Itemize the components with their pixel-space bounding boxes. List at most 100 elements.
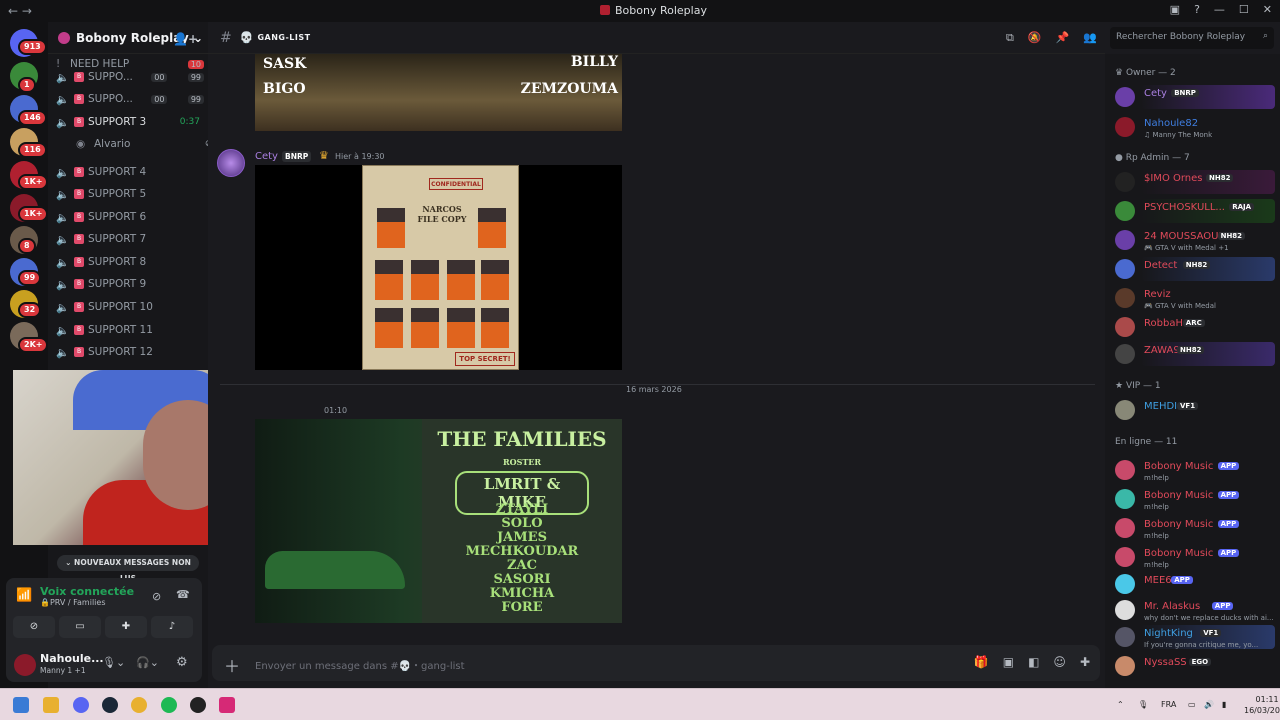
camera-button[interactable]: ⊘: [13, 616, 55, 638]
member-list-icon[interactable]: 👥: [1083, 31, 1097, 45]
microphone-icon[interactable]: 🎙⌄: [102, 656, 125, 669]
network-icon[interactable]: ▭: [1188, 700, 1196, 709]
inbox-icon[interactable]: ▣: [1170, 3, 1180, 16]
member-row[interactable]: Bobony Music APP m!help: [1115, 547, 1275, 571]
channel-name: SUPPO...: [88, 71, 133, 83]
mugshot: [481, 308, 509, 348]
member-row[interactable]: Nahoule82 ♫ Manny The Monk: [1115, 117, 1275, 141]
avatar: [1115, 574, 1135, 594]
sticker-icon[interactable]: ◧: [1028, 655, 1039, 669]
noise-suppression-icon[interactable]: ⊘: [152, 590, 161, 603]
gif-icon[interactable]: ▣: [1003, 655, 1014, 669]
message-author[interactable]: Cety: [255, 151, 278, 162]
user-count: 00: [151, 94, 168, 104]
voice-channel[interactable]: 🔈 B SUPPORT 5: [56, 184, 206, 204]
voice-channel[interactable]: 🔈 B SUPPORT 7: [56, 229, 206, 249]
threads-icon[interactable]: ⧉: [1006, 31, 1014, 45]
image-attachment[interactable]: CONFIDENTIAL NARCOS FILE COPY TOP SECRET…: [255, 165, 622, 370]
member-row[interactable]: MEE6 APP: [1115, 574, 1275, 598]
voice-channel[interactable]: 🔈 B SUPPORT 11: [56, 320, 206, 340]
member-name: MEE6: [1144, 575, 1172, 586]
image-text: BILLY: [570, 54, 618, 70]
avatar[interactable]: [14, 654, 36, 676]
voice-user[interactable]: ◉Alvario⊘⊘: [76, 134, 226, 154]
chrome-icon[interactable]: [131, 697, 147, 713]
image-text: KMICHA: [489, 586, 555, 601]
image-attachment[interactable]: THE FAMILIES ROSTER LMRIT & MIKE ZTAYLI …: [255, 419, 622, 623]
activities-button[interactable]: ✚: [105, 616, 147, 638]
maximize-icon[interactable]: ☐: [1239, 3, 1249, 16]
member-row[interactable]: Mr. Alaskus APP why don't we replace ducks…: [1115, 600, 1275, 624]
spotify-icon[interactable]: [161, 697, 177, 713]
member-row[interactable]: NyssaSS EGO: [1115, 656, 1275, 680]
avatar: ◉: [76, 138, 86, 150]
headphones-icon[interactable]: 🎧⌄: [136, 656, 159, 669]
voice-channel[interactable]: 🔈 B SUPPO... 00 99: [56, 67, 206, 87]
member-row[interactable]: Cety BNRP: [1115, 85, 1275, 111]
voice-channel[interactable]: 🔈 B SUPPORT 10: [56, 297, 206, 317]
guild-badge: 913: [18, 39, 47, 55]
user-name[interactable]: Nahoule...: [40, 652, 104, 665]
apps-icon[interactable]: ✚: [1080, 655, 1090, 669]
member-row[interactable]: NightKing VF1 If you're gonna critique me,…: [1115, 625, 1275, 651]
notification-mute-icon[interactable]: 🔕: [1028, 31, 1042, 45]
volume-icon[interactable]: 🔊: [1204, 700, 1214, 709]
image-text: CONFIDENTIAL: [429, 178, 483, 190]
battery-icon[interactable]: ▮: [1222, 700, 1226, 709]
gift-icon[interactable]: 🎁: [974, 655, 989, 669]
language-indicator[interactable]: FRA: [1161, 700, 1176, 709]
image-car: [265, 551, 405, 589]
member-row[interactable]: 24 MOUSSAOUI NH82 🎮 GTA V with Medal +1: [1115, 230, 1275, 254]
avatar[interactable]: [217, 149, 245, 177]
member-row[interactable]: Reviz 🎮 GTA V with Medal: [1115, 288, 1275, 312]
message-composer[interactable]: ＋ Envoyer un message dans #💀・gang-list 🎁…: [212, 645, 1100, 681]
channel-name: SUPPORT 4: [88, 166, 147, 178]
voice-status[interactable]: Voix connectée: [40, 585, 134, 598]
member-name: NyssaSS: [1144, 657, 1187, 668]
member-row[interactable]: PSYCHOSKULL... RAJA: [1115, 199, 1275, 225]
member-row[interactable]: Bobony Music APP m!help: [1115, 518, 1275, 542]
voice-channel[interactable]: 🔈 B SUPPORT 12: [56, 342, 206, 362]
chevron-up-icon[interactable]: ⌃: [1117, 700, 1124, 709]
minimize-icon[interactable]: —: [1214, 3, 1225, 16]
obs-icon[interactable]: [190, 697, 206, 713]
pin-icon[interactable]: 📌: [1056, 31, 1070, 45]
close-icon[interactable]: ✕: [1263, 3, 1272, 16]
settings-gear-icon[interactable]: ⚙: [176, 655, 188, 670]
voice-channel[interactable]: 🔈 B SUPPORT 6: [56, 207, 206, 227]
member-row[interactable]: RobbaH ARC: [1115, 317, 1275, 341]
steam-icon[interactable]: [102, 697, 118, 713]
taskbar-clock[interactable]: 01:11 16/03/2026: [1244, 694, 1280, 716]
add-attachment-icon[interactable]: ＋: [224, 653, 240, 677]
image-attachment[interactable]: SASK BIGO BILLY ZEMZOUMA: [255, 54, 622, 131]
voice-channel[interactable]: 🔈 B SUPPORT 3 0:37: [56, 112, 206, 132]
voice-channel[interactable]: 🔈 B SUPPORT 4: [56, 162, 206, 182]
voice-channel[interactable]: 🔈 B SUPPO... 00 99: [56, 89, 206, 109]
disconnect-icon[interactable]: ☎: [176, 588, 190, 601]
help-icon[interactable]: ?: [1194, 3, 1200, 16]
file-explorer-icon[interactable]: [43, 697, 59, 713]
member-row[interactable]: $IMO Ornes NH82: [1115, 170, 1275, 196]
member-row[interactable]: ZAWA9 NH82: [1115, 342, 1275, 368]
voice-channel[interactable]: 🔈 B SUPPORT 8: [56, 252, 206, 272]
instagram-icon[interactable]: [219, 697, 235, 713]
voice-channel-path[interactable]: 🔒PRV / Families: [40, 598, 105, 607]
member-row[interactable]: Bobony Music APP m!help: [1115, 460, 1275, 484]
discord-taskbar-icon[interactable]: [73, 697, 89, 713]
history-nav[interactable]: ← →: [8, 4, 48, 18]
search-input[interactable]: Rechercher Bobony Roleplay ⌕: [1110, 27, 1274, 49]
speaker-icon: 🔈: [56, 93, 70, 106]
soundboard-button[interactable]: ♪: [151, 616, 193, 638]
voice-channel[interactable]: 🔈 B SUPPORT 9: [56, 274, 206, 294]
invite-people-icon[interactable]: 👤+: [173, 32, 198, 46]
microphone-icon[interactable]: 🎙: [1138, 700, 1148, 709]
member-row[interactable]: MEHDI VF1: [1115, 400, 1275, 424]
screen-share-button[interactable]: ▭: [59, 616, 101, 638]
image-text: ROSTER: [502, 457, 542, 467]
server-header[interactable]: Bobony Roleplay ⌄ 👤+: [48, 22, 208, 54]
new-messages-button[interactable]: ⌄ NOUVEAUX MESSAGES NON LUS: [57, 555, 199, 583]
member-row[interactable]: Detect NH82: [1115, 257, 1275, 283]
emoji-icon[interactable]: ☺: [1053, 655, 1066, 669]
windows-start-icon[interactable]: [13, 697, 29, 713]
member-row[interactable]: Bobony Music APP m!help: [1115, 489, 1275, 513]
